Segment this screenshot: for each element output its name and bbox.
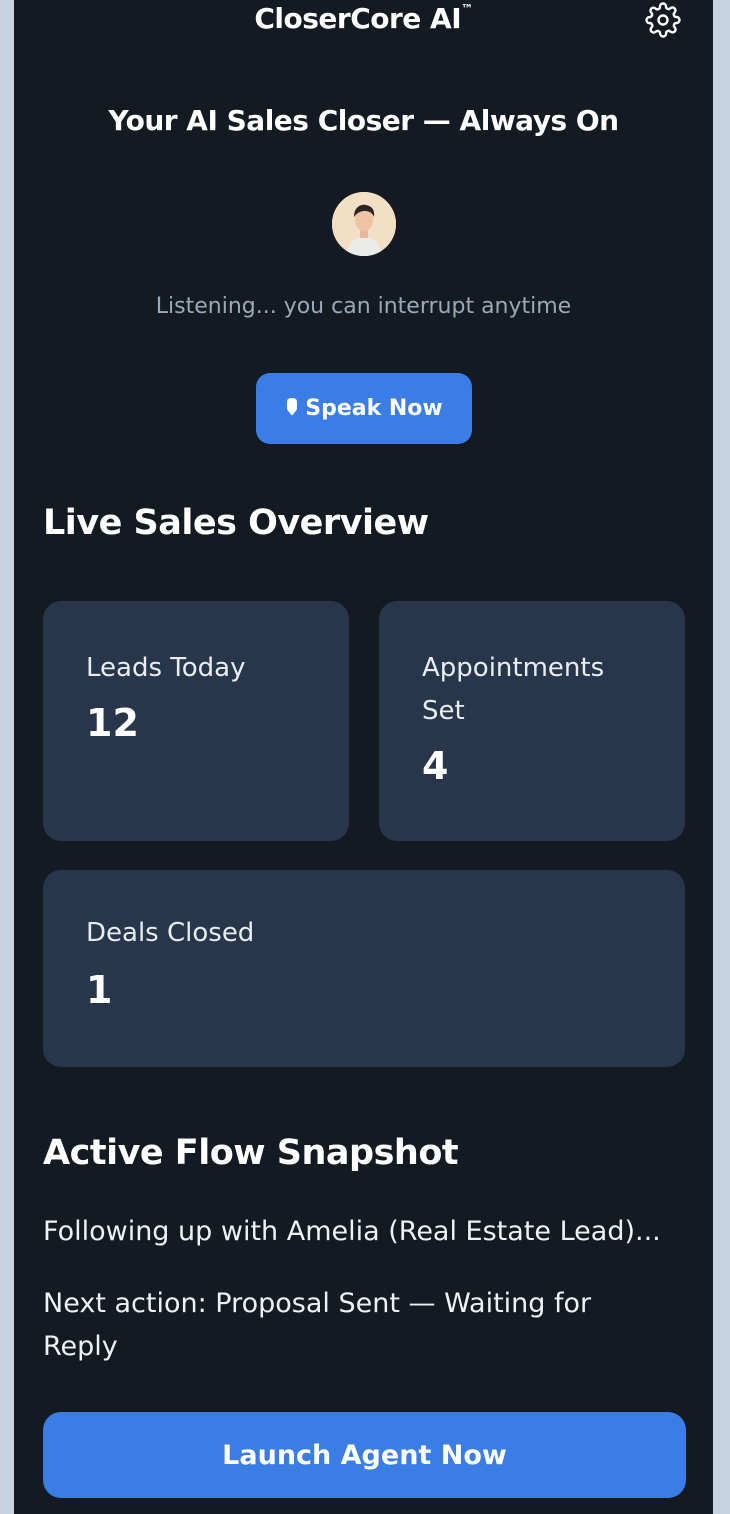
stat-card-leads: Leads Today 12	[43, 601, 349, 841]
stat-value-deals: 1	[86, 968, 113, 1012]
trademark-mark: ™	[461, 2, 473, 16]
app-title-text: CloserCore AI	[254, 2, 462, 35]
app-title: CloserCore AI™	[14, 0, 713, 38]
avatar-icon	[332, 192, 396, 256]
stat-value-leads: 12	[86, 701, 139, 745]
speak-now-label: Speak Now	[305, 396, 443, 421]
stat-card-deals: Deals Closed 1	[43, 870, 685, 1067]
avatar	[332, 192, 396, 256]
listening-status: Listening... you can interrupt anytime	[155, 294, 572, 319]
flow-title: Active Flow Snapshot	[43, 1133, 459, 1173]
flow-next-action: Next action: Proposal Sent — Waiting for…	[43, 1288, 592, 1362]
mic-icon	[287, 397, 298, 415]
overview-title: Live Sales Overview	[43, 503, 429, 543]
stat-label-leads: Leads Today	[86, 653, 246, 683]
speak-now-button[interactable]: Speak Now	[256, 373, 472, 444]
stat-card-appointments: Appointments Set 4	[379, 601, 685, 841]
hero-title: Your AI Sales Closer — Always On	[108, 104, 619, 137]
settings-button[interactable]	[645, 2, 681, 38]
launch-agent-button[interactable]: Launch Agent Now	[43, 1412, 686, 1498]
stat-label-appointments: Appointments Set	[422, 653, 605, 726]
stat-label-deals: Deals Closed	[86, 918, 255, 948]
stat-value-appointments: 4	[422, 744, 449, 788]
gear-icon	[645, 2, 681, 38]
flow-current: Following up with Amelia (Real Estate Le…	[43, 1216, 661, 1247]
app-screen: CloserCore AI™ Your AI Sales Closer — Al…	[14, 0, 713, 1514]
